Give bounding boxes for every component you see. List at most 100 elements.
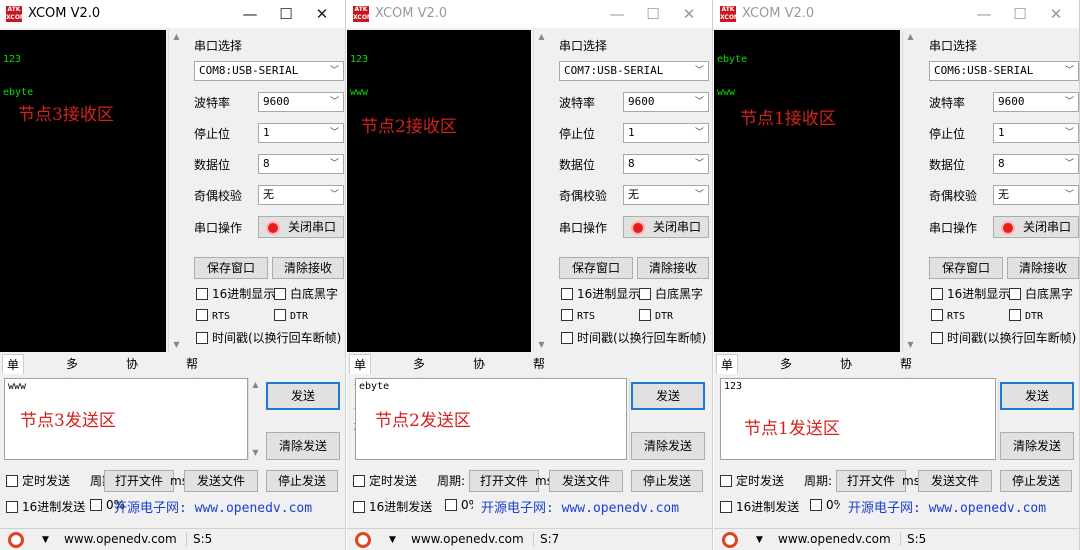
checkbox-box[interactable]	[196, 309, 208, 321]
clear-receive-button[interactable]: 清除接收	[1007, 257, 1079, 279]
hex-display-checkbox[interactable]: 16进制显示	[931, 285, 1010, 302]
stop-send-button[interactable]: 停止发送	[1000, 470, 1072, 492]
send-button[interactable]: 发送	[631, 382, 705, 410]
timestamp-checkbox[interactable]: 时间戳(以换行回车断帧)	[931, 329, 1076, 346]
save-window-button[interactable]: 保存窗口	[194, 257, 268, 279]
white-black-checkbox[interactable]: 白底黑字	[639, 285, 703, 302]
send-file-button[interactable]: 发送文件	[549, 470, 623, 492]
scroll-up-icon[interactable]: ▲	[169, 30, 184, 44]
tab-single-send[interactable]: 单条发送	[716, 354, 739, 432]
clear-send-button[interactable]: 清除发送	[1000, 432, 1074, 460]
open-file-button[interactable]: 打开文件	[104, 470, 174, 492]
chevron-down-icon[interactable]: ▼	[389, 535, 396, 545]
hex-display-checkbox[interactable]: 16进制显示	[561, 285, 640, 302]
checkbox-box[interactable]	[6, 501, 18, 513]
receive-scrollbar[interactable]: ▲ ▼	[533, 30, 549, 352]
tab-single-send[interactable]: 单条发送	[2, 354, 25, 432]
white-black-checkbox[interactable]: 白底黑字	[274, 285, 338, 302]
rts-checkbox[interactable]: RTS	[561, 308, 595, 322]
close-port-button[interactable]: 关闭串口	[258, 216, 344, 238]
dtr-checkbox[interactable]: DTR	[274, 308, 308, 322]
clear-send-button[interactable]: 清除发送	[631, 432, 705, 460]
clear-receive-button[interactable]: 清除接收	[637, 257, 709, 279]
receive-area[interactable]: ebyte www	[714, 30, 900, 352]
crlf-checkbox[interactable]: 0%	[810, 498, 840, 512]
title-bar[interactable]: ATKXCOM XCOM V2.0 — ☐ ✕	[347, 0, 712, 28]
checkbox-box[interactable]	[196, 332, 208, 344]
port-select[interactable]: COM6:USB-SERIAL ﹀	[929, 61, 1079, 81]
chevron-down-icon[interactable]: ▼	[756, 535, 763, 545]
send-button[interactable]: 发送	[266, 382, 340, 410]
close-icon[interactable]: ✕	[1041, 4, 1071, 24]
hex-send-checkbox[interactable]: 16进制发送	[6, 498, 85, 515]
stop-send-button[interactable]: 停止发送	[631, 470, 703, 492]
checkbox-box[interactable]	[353, 475, 365, 487]
hex-send-checkbox[interactable]: 16进制发送	[720, 498, 799, 515]
checkbox-box[interactable]	[561, 288, 573, 300]
close-icon[interactable]: ✕	[674, 4, 704, 24]
timestamp-checkbox[interactable]: 时间戳(以换行回车断帧)	[561, 329, 706, 346]
scroll-up-icon[interactable]: ▲	[534, 30, 549, 44]
tab-multi-send[interactable]: 多条发送	[776, 354, 796, 431]
stop-bits-select[interactable]: 1 ﹀	[258, 123, 344, 143]
record-icon[interactable]	[8, 532, 24, 548]
timed-send-checkbox[interactable]: 定时发送	[720, 472, 784, 489]
tab-protocol[interactable]: 协议传输	[836, 354, 856, 431]
parity-select[interactable]: 无 ﹀	[993, 185, 1079, 205]
receive-scrollbar[interactable]: ▲ ▼	[902, 30, 918, 352]
tab-help[interactable]: 帮助	[182, 354, 202, 391]
checkbox-box[interactable]	[274, 309, 286, 321]
checkbox-box[interactable]	[6, 475, 18, 487]
parity-select[interactable]: 无 ﹀	[623, 185, 709, 205]
clear-send-button[interactable]: 清除发送	[266, 432, 340, 460]
dtr-checkbox[interactable]: DTR	[1009, 308, 1043, 322]
checkbox-box[interactable]	[445, 499, 457, 511]
rts-checkbox[interactable]: RTS	[196, 308, 230, 322]
hex-display-checkbox[interactable]: 16进制显示	[196, 285, 275, 302]
checkbox-box[interactable]	[720, 501, 732, 513]
tab-multi-send[interactable]: 多条发送	[409, 354, 429, 431]
scroll-down-icon[interactable]: ▼	[534, 338, 549, 352]
tab-protocol[interactable]: 协议传输	[122, 354, 142, 431]
receive-area[interactable]: 123 www	[347, 30, 531, 352]
scroll-down-icon[interactable]: ▼	[249, 446, 262, 460]
checkbox-box[interactable]	[1009, 288, 1021, 300]
tab-single-send[interactable]: 单条发送	[349, 354, 372, 432]
close-port-button[interactable]: 关闭串口	[623, 216, 709, 238]
checkbox-box[interactable]	[931, 332, 943, 344]
data-bits-select[interactable]: 8 ﹀	[993, 154, 1079, 174]
dtr-checkbox[interactable]: DTR	[639, 308, 673, 322]
maximize-icon[interactable]: ☐	[271, 4, 301, 24]
minimize-icon[interactable]: —	[969, 4, 999, 24]
checkbox-box[interactable]	[720, 475, 732, 487]
minimize-icon[interactable]: —	[235, 4, 265, 24]
checkbox-box[interactable]	[561, 309, 573, 321]
data-bits-select[interactable]: 8 ﹀	[623, 154, 709, 174]
checkbox-box[interactable]	[196, 288, 208, 300]
rts-checkbox[interactable]: RTS	[931, 308, 965, 322]
port-select[interactable]: COM7:USB-SERIAL ﹀	[559, 61, 709, 81]
tab-multi-send[interactable]: 多条发送	[62, 354, 82, 431]
stop-bits-select[interactable]: 1 ﹀	[993, 123, 1079, 143]
save-window-button[interactable]: 保存窗口	[559, 257, 633, 279]
title-bar[interactable]: ATKXCOM XCOM V2.0 — ☐ ✕	[714, 0, 1079, 28]
tab-help[interactable]: 帮助	[896, 354, 916, 391]
open-file-button[interactable]: 打开文件	[469, 470, 539, 492]
scroll-up-icon[interactable]: ▲	[903, 30, 918, 44]
status-url[interactable]: www.openedv.com	[411, 532, 524, 546]
timed-send-checkbox[interactable]: 定时发送	[353, 472, 417, 489]
status-url[interactable]: www.openedv.com	[778, 532, 891, 546]
port-select[interactable]: COM8:USB-SERIAL ﹀	[194, 61, 344, 81]
scroll-up-icon[interactable]: ▲	[249, 378, 262, 392]
checkbox-box[interactable]	[810, 499, 822, 511]
save-window-button[interactable]: 保存窗口	[929, 257, 1003, 279]
close-icon[interactable]: ✕	[307, 4, 337, 24]
record-icon[interactable]	[722, 532, 738, 548]
checkbox-box[interactable]	[561, 332, 573, 344]
checkbox-box[interactable]	[353, 501, 365, 513]
parity-select[interactable]: 无 ﹀	[258, 185, 344, 205]
send-file-button[interactable]: 发送文件	[918, 470, 992, 492]
status-url[interactable]: www.openedv.com	[64, 532, 177, 546]
checkbox-box[interactable]	[931, 288, 943, 300]
tab-protocol[interactable]: 协议传输	[469, 354, 489, 431]
